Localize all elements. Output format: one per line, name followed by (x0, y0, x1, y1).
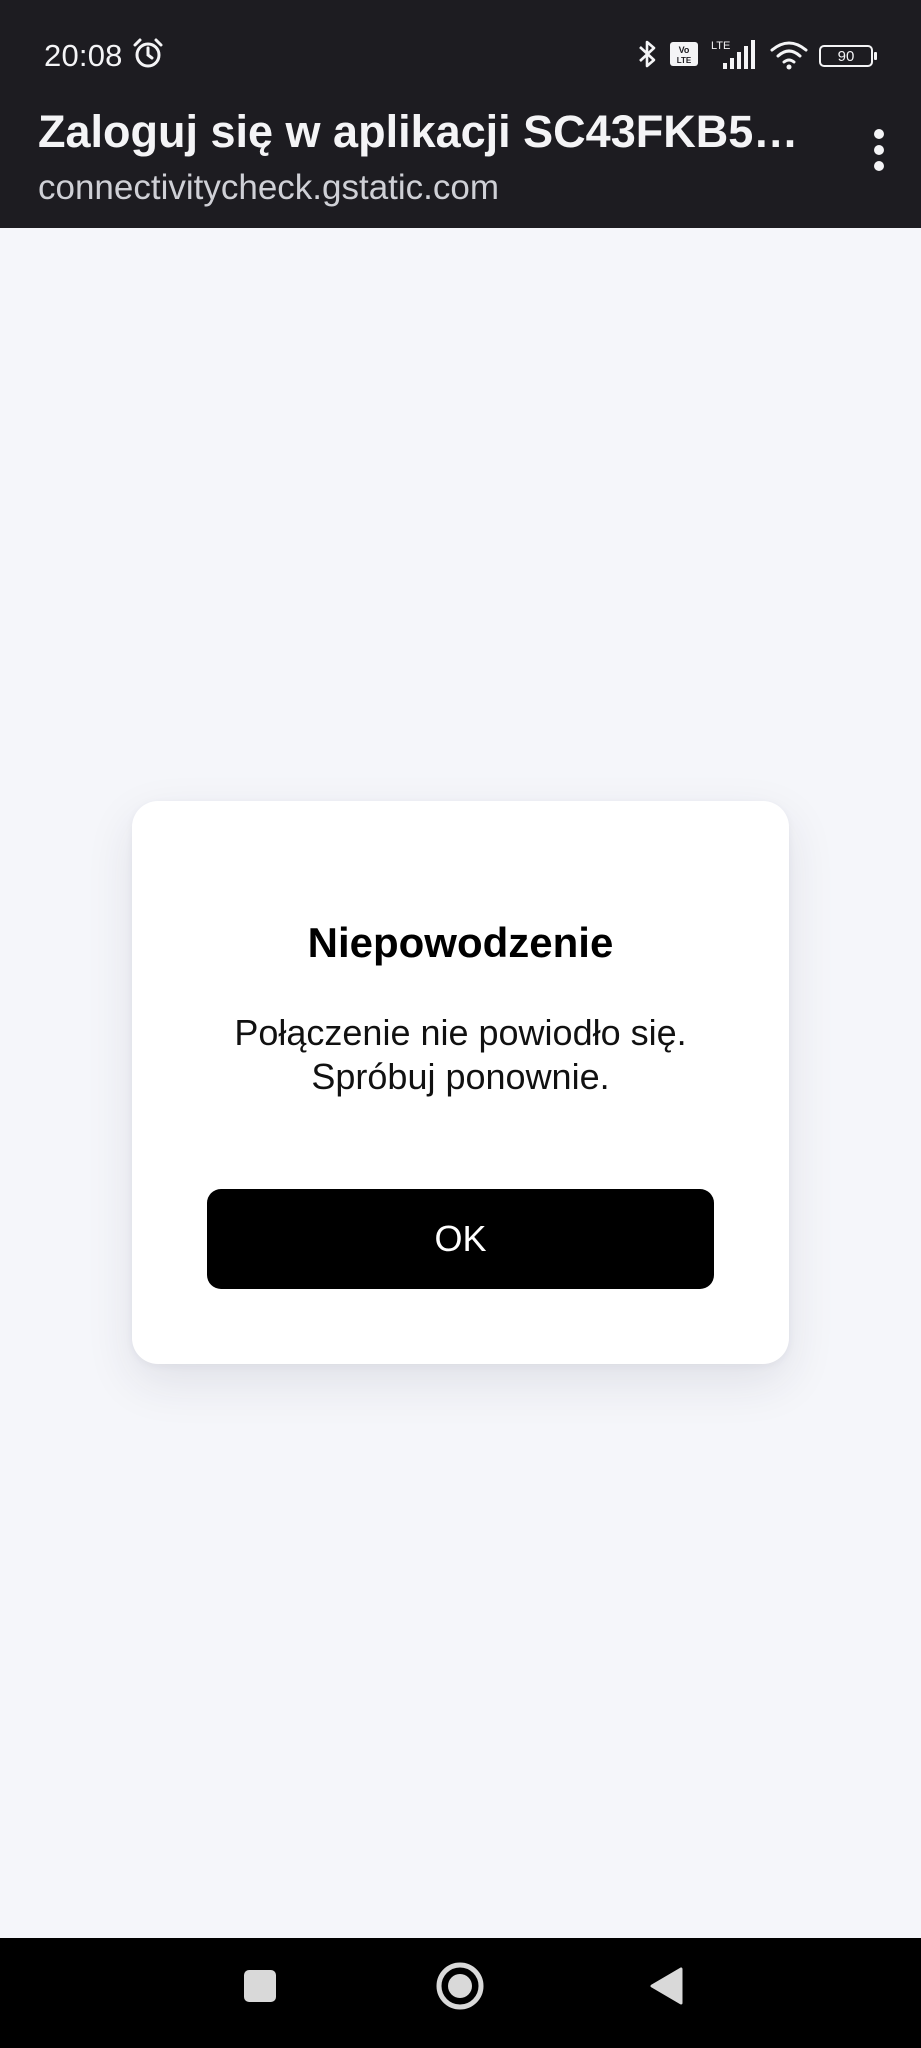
dialog-title: Niepowodzenie (307, 919, 614, 966)
back-icon (648, 1966, 684, 2011)
alarm-icon (131, 37, 165, 76)
svg-text:LTE: LTE (677, 56, 692, 65)
page-title: Zaloguj się w aplikacji SC43FKB5X… (38, 106, 808, 157)
lte-signal-icon: LTE (709, 37, 759, 76)
more-vertical-icon (873, 128, 885, 177)
svg-text:LTE: LTE (711, 40, 730, 52)
more-options-button[interactable] (859, 124, 899, 180)
dialog-message: Połączenie nie powiodło się. Spróbuj pon… (152, 1011, 769, 1099)
ok-button[interactable]: OK (207, 1189, 714, 1289)
error-dialog: Niepowodzenie Połączenie nie powiodło si… (132, 801, 789, 1364)
status-time: 20:08 (44, 38, 123, 73)
app-header: 20:08 Vo LTE LTE 90 Zaloguj się w aplika… (0, 0, 921, 228)
navigation-bar (0, 1938, 921, 2048)
battery-icon: 90 (819, 45, 877, 67)
wifi-icon (769, 37, 809, 76)
status-bar-right: Vo LTE LTE 90 (635, 37, 877, 76)
dialog-message-line-2: Spróbuj ponownie. (311, 1056, 610, 1097)
home-button[interactable] (430, 1958, 490, 2018)
recents-button[interactable] (230, 1958, 290, 2018)
status-bar-left: 20:08 (44, 38, 165, 74)
recents-icon (243, 1969, 277, 2008)
bluetooth-icon (635, 37, 659, 76)
battery-level: 90 (837, 47, 855, 65)
home-icon (435, 1961, 485, 2016)
dialog-message-line-1: Połączenie nie powiodło się. (234, 1012, 687, 1053)
volte-icon: Vo LTE (669, 40, 699, 73)
svg-text:Vo: Vo (679, 45, 690, 55)
back-button[interactable] (636, 1958, 696, 2018)
page-url: connectivitycheck.gstatic.com (38, 168, 500, 207)
